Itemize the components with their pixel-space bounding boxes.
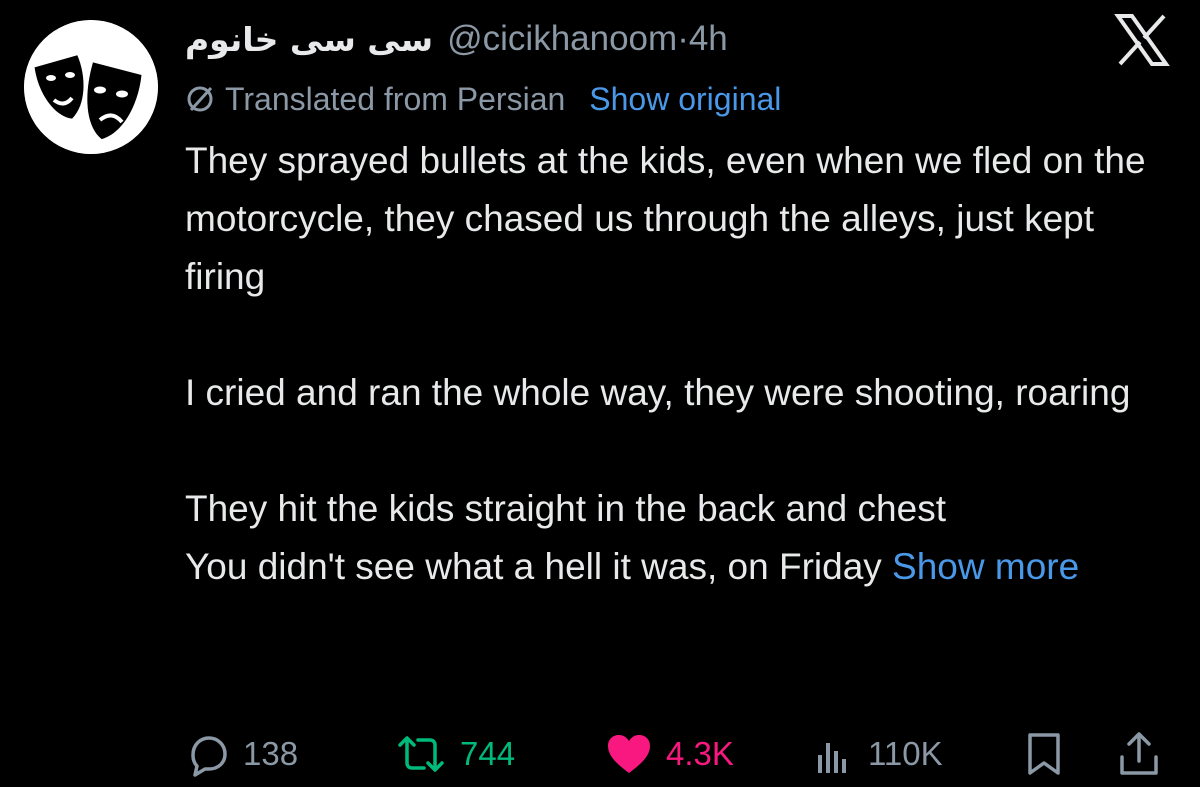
handle[interactable]: @cicikhanoom (447, 19, 677, 58)
theatre-masks-icon (24, 20, 158, 154)
repost-count: 744 (460, 735, 516, 772)
separator: · (677, 19, 689, 58)
show-original-link[interactable]: Show original (589, 81, 781, 118)
views-button[interactable]: 110K (812, 722, 943, 786)
reply-button[interactable]: 138 (185, 722, 298, 786)
tweet-paragraph: I cried and ran the whole way, they were… (185, 372, 1131, 413)
translation-notice: Translated from Persian Show original (185, 76, 781, 122)
tweet-paragraph: They sprayed bullets at the kids, even w… (185, 140, 1146, 297)
repost-button[interactable]: 744 (394, 722, 515, 786)
bookmark-icon (1028, 733, 1060, 775)
share-icon (1120, 732, 1158, 775)
reply-icon (191, 736, 227, 777)
bookmark-button[interactable] (1024, 722, 1064, 786)
tweet-text: They sprayed bullets at the kids, even w… (185, 132, 1175, 596)
tweet-paragraph-last: They hit the kids straight in the back a… (185, 480, 1175, 596)
share-button[interactable] (1117, 722, 1161, 786)
avatar[interactable] (24, 20, 158, 154)
views-icon (818, 743, 846, 773)
show-more-link[interactable]: Show more (892, 546, 1079, 587)
handle-and-time: @cicikhanoom·4h (447, 19, 728, 59)
repost-icon (398, 736, 444, 772)
like-button[interactable]: 4.3K (604, 722, 734, 786)
display-name[interactable]: سی سی خانوم (185, 20, 433, 59)
like-count: 4.3K (666, 735, 734, 772)
views-count: 110K (868, 735, 943, 772)
tweet-header: سی سی خانوم @cicikhanoom·4h (185, 14, 728, 64)
timestamp[interactable]: 4h (689, 19, 728, 58)
tweet-paragraph-text: They hit the kids straight in the back a… (185, 488, 946, 587)
x-logo-icon (1114, 14, 1170, 66)
translated-from-label: Translated from Persian (225, 80, 566, 117)
heart-icon (608, 735, 650, 773)
translate-icon (187, 86, 213, 112)
action-bar: 138 744 4.3K 110K (0, 722, 1200, 786)
reply-count: 138 (243, 735, 299, 772)
